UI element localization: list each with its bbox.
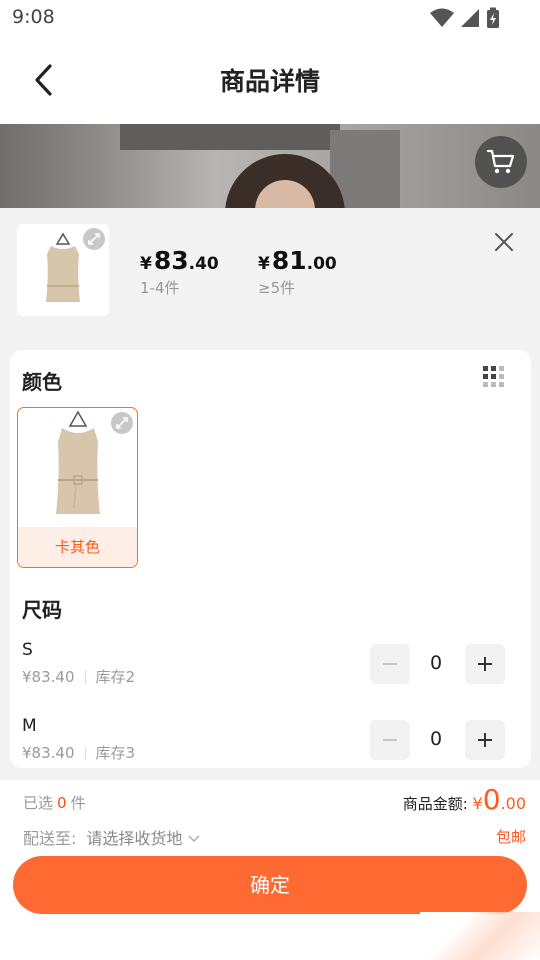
- price-tier-1: ¥83.40 1-4件: [140, 246, 219, 298]
- meta-divider: [84, 670, 86, 684]
- selected-count-text: 已选 0 件: [23, 794, 86, 812]
- shipping-address-selector[interactable]: 配送至: 请选择收货地: [23, 825, 200, 849]
- size-row-m: M ¥83.40 库存3 0: [22, 716, 512, 776]
- quantity-value[interactable]: 0: [416, 728, 456, 750]
- increment-button[interactable]: [465, 720, 505, 760]
- cart-button[interactable]: [475, 136, 527, 188]
- expand-icon: [88, 233, 100, 245]
- size-name: M: [22, 716, 37, 736]
- swatch-expand-button[interactable]: [111, 412, 133, 434]
- size-name: S: [22, 640, 33, 660]
- close-icon[interactable]: [492, 230, 516, 254]
- wifi-icon: [430, 8, 454, 27]
- signal-icon: [461, 9, 479, 27]
- product-thumbnail[interactable]: [17, 224, 109, 316]
- price-tier-1-amount: ¥83.40: [140, 246, 219, 275]
- price-tier-2: ¥81.00 ≥5件: [258, 246, 337, 298]
- size-meta: ¥83.40 库存3: [22, 744, 136, 762]
- checkout-footer: 已选 0 件 商品金额: ¥0.00 配送至: 请选择收货地 包邮 确定: [0, 780, 540, 960]
- increment-button[interactable]: [465, 644, 505, 684]
- bottom-glow-decoration: [420, 912, 540, 960]
- sku-options-card: 颜色 卡其色 尺码 S ¥83.40 库存2 0 M ¥83.40 库存3 0: [10, 350, 531, 768]
- price-tier-1-range: 1-4件: [140, 279, 180, 297]
- meta-divider: [84, 746, 86, 760]
- color-section-title: 颜色: [22, 370, 62, 394]
- confirm-button[interactable]: 确定: [13, 856, 527, 914]
- page-title: 商品详情: [219, 67, 320, 96]
- free-shipping-badge: 包邮: [495, 828, 526, 846]
- price-tier-2-range: ≥5件: [258, 279, 296, 297]
- hero-cabinet: [120, 124, 340, 150]
- price-tier-2-amount: ¥81.00: [258, 246, 337, 275]
- plus-icon: [478, 733, 492, 747]
- size-section-title: 尺码: [22, 598, 62, 622]
- decrement-button[interactable]: [370, 720, 410, 760]
- minus-icon: [383, 663, 397, 665]
- size-meta: ¥83.40 库存2: [22, 668, 136, 686]
- app-header: 商品详情: [0, 36, 540, 124]
- grid-icon[interactable]: [483, 366, 505, 388]
- chevron-down-icon: [188, 835, 200, 842]
- total-value: ¥0.00: [472, 783, 526, 816]
- plus-icon: [478, 657, 492, 671]
- minus-icon: [383, 739, 397, 741]
- expand-icon: [116, 417, 128, 429]
- color-option-label: 卡其色: [18, 527, 137, 567]
- cart-icon: [486, 149, 515, 174]
- expand-button[interactable]: [83, 228, 105, 250]
- product-hero-image: [0, 124, 540, 208]
- status-bar: 9:08: [0, 0, 540, 36]
- status-time: 9:08: [12, 6, 55, 28]
- decrement-button[interactable]: [370, 644, 410, 684]
- total-amount: 商品金额: ¥0.00: [402, 783, 526, 816]
- color-option-khaki[interactable]: 卡其色: [17, 407, 138, 568]
- status-icons: [430, 7, 500, 29]
- battery-icon: [487, 7, 499, 28]
- size-row-s: S ¥83.40 库存2 0: [22, 640, 512, 700]
- selected-count: 0: [57, 794, 67, 812]
- quantity-value[interactable]: 0: [416, 652, 456, 674]
